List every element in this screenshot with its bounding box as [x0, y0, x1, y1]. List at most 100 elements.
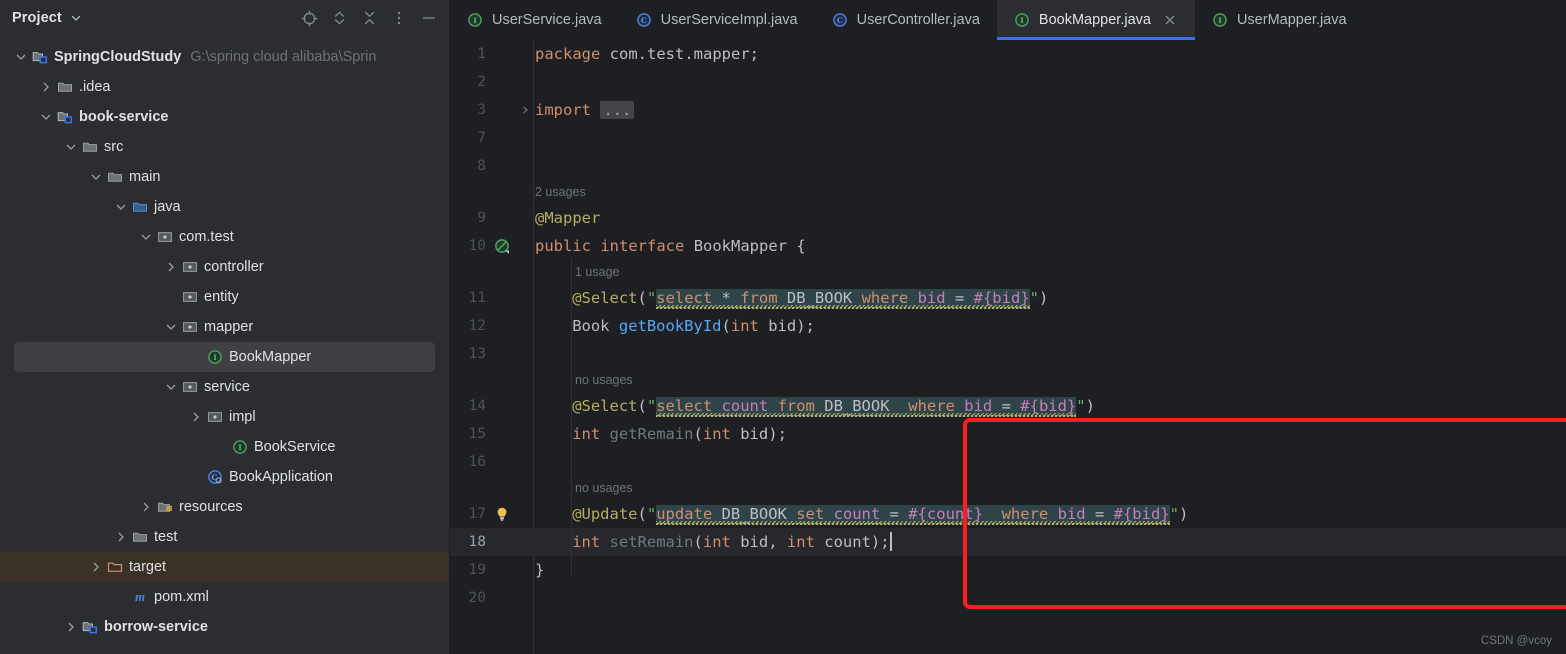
tree-node-springcloudstudy[interactable]: SpringCloudStudy G:\spring cloud alibaba\…	[0, 42, 449, 72]
editor-tab-userserviceimpl[interactable]: C UserServiceImpl.java	[619, 0, 815, 40]
svg-text:C: C	[837, 15, 843, 25]
tree-node-test[interactable]: test	[0, 522, 449, 552]
spring-class-icon: C	[205, 462, 225, 492]
package-icon	[180, 252, 200, 282]
interface-icon: I	[1212, 12, 1228, 28]
line-number: 10	[468, 238, 486, 254]
tree-node-label: target	[129, 559, 167, 575]
code-line-19[interactable]: 19}	[450, 556, 1566, 584]
chevron-right-icon[interactable]	[137, 492, 155, 522]
editor-tab-bookmapper[interactable]: I BookMapper.java	[996, 0, 1196, 40]
tree-node-label: book-service	[79, 109, 169, 125]
code-editor[interactable]: 1 package com.test.mapper; 2 3 import ... 7 8 2…	[450, 40, 1566, 654]
code-line-13[interactable]: 13	[450, 340, 1566, 368]
code-line-14[interactable]: 14 @Select("select count from DB_BOOK whe…	[450, 392, 1566, 420]
editor-tab-bar: I UserService.java C UserServiceImpl.java C U…	[450, 0, 1566, 40]
fold-expand-icon[interactable]	[520, 96, 530, 124]
code-text: @Select("select * from DB_BOOK where bid…	[572, 289, 1049, 309]
tree-node-service[interactable]: service	[0, 372, 449, 402]
code-line-18[interactable]: 18 int setRemain(int bid, int count);	[450, 528, 1566, 556]
tree-node-bookmapper[interactable]: I BookMapper	[14, 342, 435, 372]
tree-node-impl[interactable]: impl	[0, 402, 449, 432]
code-line-8[interactable]: 8	[450, 152, 1566, 180]
chevron-down-icon[interactable]	[162, 312, 180, 342]
tree-node-bookapplication[interactable]: C BookApplication	[0, 462, 449, 492]
code-line-16[interactable]: 16	[450, 448, 1566, 476]
tree-node-controller[interactable]: controller	[0, 252, 449, 282]
tree-node-target[interactable]: target	[0, 552, 449, 582]
chevron-down-icon[interactable]	[62, 132, 80, 162]
line-number: 7	[477, 130, 486, 146]
package-icon	[180, 282, 200, 312]
chevron-down-icon[interactable]	[112, 192, 130, 222]
tree-node-mapper[interactable]: mapper	[0, 312, 449, 342]
chevron-down-icon[interactable]	[12, 42, 30, 72]
folded-imports[interactable]: ...	[600, 101, 635, 119]
collapse-all-icon[interactable]	[355, 4, 383, 32]
lightbulb-icon[interactable]	[494, 500, 510, 528]
code-line-20[interactable]: 20	[450, 584, 1566, 612]
tree-node-pom-xml[interactable]: m pom.xml	[0, 582, 449, 612]
code-line-15[interactable]: 15 int getRemain(int bid);	[450, 420, 1566, 448]
code-line-9[interactable]: 9 @Mapper	[450, 204, 1566, 232]
tree-node--idea[interactable]: .idea	[0, 72, 449, 102]
line-number: 20	[468, 590, 486, 606]
chevron-right-icon[interactable]	[37, 72, 55, 102]
tree-node-borrow-service[interactable]: borrow-service	[0, 612, 449, 642]
tree-node-label: SpringCloudStudy	[54, 49, 182, 65]
tree-node-src[interactable]: src	[0, 132, 449, 162]
tree-node-label: test	[154, 529, 178, 545]
editor-tab-usercontroller[interactable]: C UserController.java	[815, 0, 997, 40]
code-line-3[interactable]: 3 import ...	[450, 96, 1566, 124]
line-number: 18	[468, 534, 486, 550]
editor-tab-userservice[interactable]: I UserService.java	[450, 0, 619, 40]
module-root-icon	[30, 42, 50, 72]
code-line-1[interactable]: 1 package com.test.mapper;	[450, 40, 1566, 68]
minimize-icon[interactable]	[415, 4, 443, 32]
code-line-17[interactable]: 17 @Update("update DB_BOOK set count = #{…	[450, 500, 1566, 528]
interface-icon: I	[467, 12, 483, 28]
chevron-right-icon[interactable]	[87, 552, 105, 582]
project-panel-title: Project	[12, 10, 62, 26]
locate-icon[interactable]	[295, 4, 323, 32]
resources-folder-icon	[155, 492, 175, 522]
code-line-7[interactable]: 7	[450, 124, 1566, 152]
tree-node-main[interactable]: main	[0, 162, 449, 192]
tree-node-java[interactable]: java	[0, 192, 449, 222]
code-line-12[interactable]: 12 Book getBookById(int bid);	[450, 312, 1566, 340]
chevron-down-icon[interactable]	[162, 372, 180, 402]
chevron-right-icon[interactable]	[112, 522, 130, 552]
tree-node-book-service[interactable]: book-service	[0, 102, 449, 132]
tree-node-bookservice[interactable]: I BookService	[0, 432, 449, 462]
chevron-right-icon[interactable]	[62, 612, 80, 642]
tree-node-resources[interactable]: resources	[0, 492, 449, 522]
chevron-down-icon[interactable]	[37, 102, 55, 132]
module-icon	[80, 612, 100, 642]
indent-guide	[571, 258, 572, 576]
editor-tab-usermapper[interactable]: I UserMapper.java	[1195, 0, 1364, 40]
close-icon[interactable]	[1162, 12, 1178, 28]
interface-icon: I	[1014, 12, 1030, 28]
tree-node-com-test[interactable]: com.test	[0, 222, 449, 252]
expand-collapse-icon[interactable]	[325, 4, 353, 32]
tree-node-entity[interactable]: entity	[0, 282, 449, 312]
code-text: @Mapper	[535, 209, 601, 227]
chevron-down-icon[interactable]	[70, 12, 82, 24]
more-options-icon[interactable]	[385, 4, 413, 32]
code-line-11[interactable]: 11 @Select("select * from DB_BOOK where b…	[450, 284, 1566, 312]
chevron-down-icon[interactable]	[87, 162, 105, 192]
code-line-10[interactable]: 10 public interface BookMapper {	[450, 232, 1566, 260]
implemented-marker-icon[interactable]	[494, 232, 510, 260]
chevron-right-icon[interactable]	[187, 402, 205, 432]
code-lines: 1 package com.test.mapper; 2 3 import ... 7 8 2…	[450, 40, 1566, 612]
chevron-right-icon[interactable]	[162, 252, 180, 282]
line-number: 1	[477, 46, 486, 62]
code-line-2[interactable]: 2	[450, 68, 1566, 96]
folder-icon	[55, 72, 75, 102]
ide-window: Project SpringCloudStudy G:\spring cloud…	[0, 0, 1566, 654]
chevron-down-icon[interactable]	[137, 222, 155, 252]
tree-node-label: main	[129, 169, 161, 185]
package-icon	[180, 372, 200, 402]
